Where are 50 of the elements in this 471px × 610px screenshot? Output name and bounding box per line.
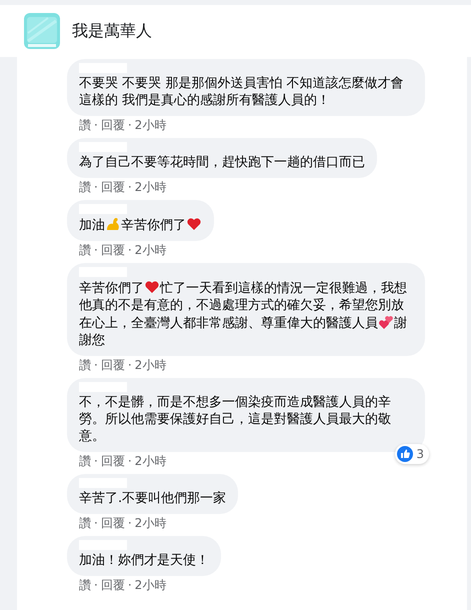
action-link[interactable]: 回覆 [100, 180, 125, 195]
timestamp: 2小時 [134, 180, 166, 195]
separator-dot: · [94, 180, 98, 195]
timestamp: 2小時 [134, 454, 166, 469]
timestamp: 2小時 [134, 243, 166, 258]
action-link[interactable]: 回覆 [100, 118, 125, 133]
like-icon [397, 446, 414, 462]
separator-dot: · [128, 243, 132, 258]
separator-dot: · [94, 243, 98, 258]
comment-text: 不要哭 不要哭 那是那個外送員害怕 不知道該怎麼做才會這樣的 我們是真心的感謝所有醫護人員的！ [79, 75, 404, 109]
separator-dot: · [128, 358, 132, 373]
separator-dot: · [128, 454, 132, 469]
heart-icon [144, 279, 160, 295]
separator-dot: · [94, 454, 98, 469]
comment-text: 為了自己不要等花時間，趕快跑下一趟的借口而已 [79, 154, 365, 171]
separator-dot: · [94, 516, 98, 531]
timestamp: 2小時 [134, 118, 166, 133]
action-link[interactable]: 讚 [79, 578, 91, 593]
separator-dot: · [128, 180, 132, 195]
comment-text: 加油 辛苦你們了 [79, 216, 202, 234]
timestamp: 2小時 [134, 516, 166, 531]
reaction-count: 3 [416, 447, 424, 461]
comment-text: 辛苦你們了 忙了一天看到這樣的情況一定很難過，我想他真的不是有意的，不過處理方式的確欠妥，希望您別放在心上，全臺灣人都非常感謝、尊重偉大的醫護人員 謝謝您 [79, 279, 408, 349]
comment-text: 不，不是髒，而是不想多一個染疫而造成醫護人員的辛勞。所以他需要保護好自己，這是對醫護人員最大的敬意。 [79, 394, 392, 445]
separator-dot: · [128, 516, 132, 531]
action-link[interactable]: 讚 [79, 243, 91, 258]
separator-dot: · [94, 578, 98, 593]
separator-dot: · [128, 118, 132, 133]
hearts-icon [378, 314, 394, 330]
comment-text: 加油！妳們才是天使！ [79, 552, 209, 569]
action-link[interactable]: 回覆 [100, 358, 125, 373]
action-link[interactable]: 讚 [79, 358, 91, 373]
reaction-badge[interactable]: 3 [395, 444, 429, 464]
timestamp: 2小時 [134, 358, 166, 373]
page-title: 我是萬華人 [72, 20, 152, 42]
action-link[interactable]: 回覆 [100, 243, 125, 258]
timestamp: 2小時 [134, 578, 166, 593]
action-link[interactable]: 讚 [79, 454, 91, 469]
flexed-arm-icon [105, 216, 121, 232]
action-link[interactable]: 回覆 [100, 454, 125, 469]
separator-dot: · [94, 358, 98, 373]
separator-dot: · [94, 118, 98, 133]
comment-text: 辛苦了.不要叫他們那一家 [79, 490, 226, 507]
action-link[interactable]: 回覆 [100, 578, 125, 593]
action-link[interactable]: 回覆 [100, 516, 125, 531]
action-link[interactable]: 讚 [79, 516, 91, 531]
action-link[interactable]: 讚 [79, 180, 91, 195]
action-link[interactable]: 讚 [79, 118, 91, 133]
separator-dot: · [128, 578, 132, 593]
heart-icon [186, 216, 202, 232]
